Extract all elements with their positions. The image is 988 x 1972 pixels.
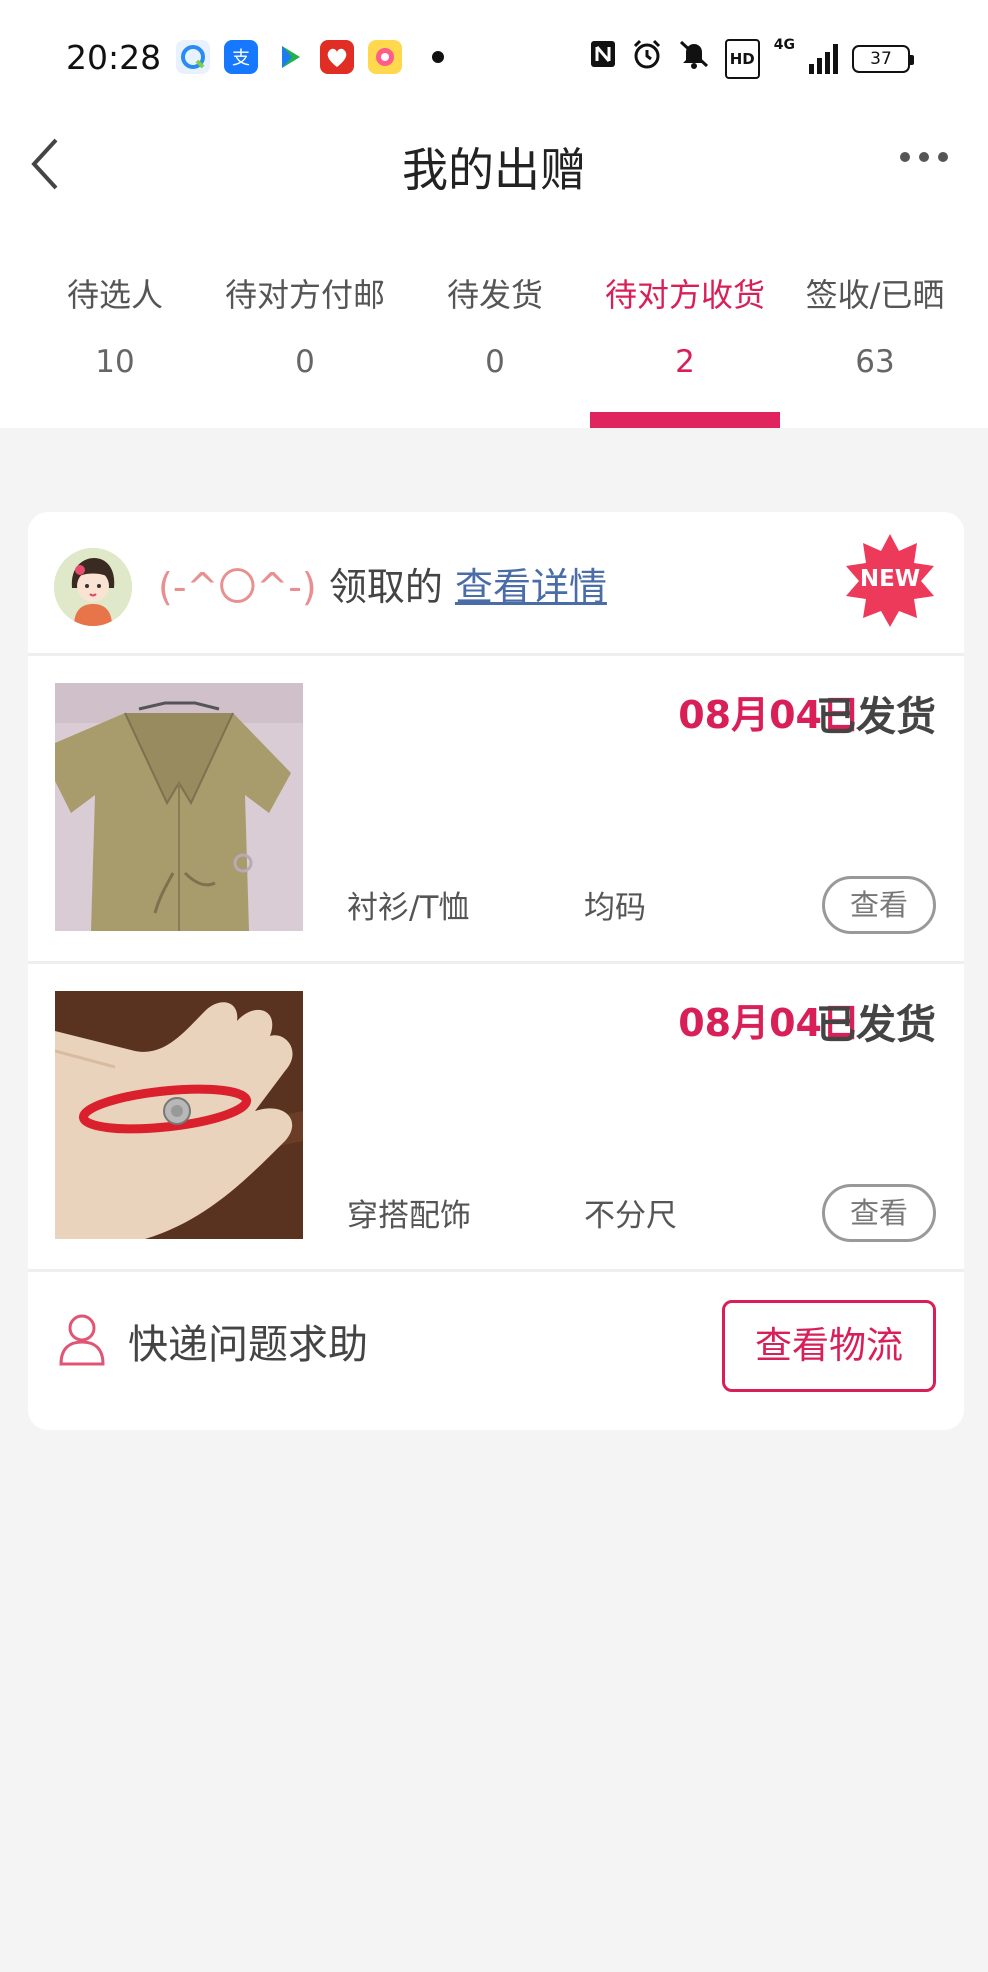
new-badge: NEW xyxy=(842,532,938,628)
more-dot-icon xyxy=(938,152,948,162)
tab-pending-receipt[interactable]: 待对方收货 2 xyxy=(590,270,780,428)
tab-count: 63 xyxy=(855,344,895,380)
nfc-icon xyxy=(589,39,617,78)
person-icon xyxy=(59,1314,105,1366)
tab-count: 0 xyxy=(485,344,505,380)
status-bar: 20:28 支 HD 4G 37 xyxy=(0,0,988,116)
gift-item[interactable]: 08月04日 已发货 衬衫/T恤 均码 查看 xyxy=(28,656,964,964)
tab-received-shared[interactable]: 签收/已晒 63 xyxy=(780,270,970,428)
tab-label: 待对方收货 xyxy=(604,276,765,314)
receive-text: 领取的 xyxy=(316,565,455,609)
status-time: 20:28 xyxy=(66,38,162,77)
video-app-icon xyxy=(272,40,306,74)
item-category: 衬衫/T恤 xyxy=(347,890,470,926)
more-dot-icon xyxy=(900,152,910,162)
receiver-line: (-^〇^-) 领取的 查看详情 xyxy=(158,556,607,611)
network-type: 4G xyxy=(773,37,795,53)
more-dot-icon xyxy=(919,152,929,162)
more-options-button[interactable] xyxy=(900,152,948,162)
hd-icon: HD xyxy=(724,38,760,79)
alipay-icon: 支 xyxy=(224,40,258,74)
receiver-name[interactable]: (-^〇^-) xyxy=(158,565,317,609)
item-size: 不分尺 xyxy=(584,1198,677,1234)
tab-label: 待对方付邮 xyxy=(224,276,385,314)
page-title: 我的出赠 xyxy=(402,143,586,197)
tab-count: 10 xyxy=(95,344,135,380)
tab-count: 0 xyxy=(295,344,315,380)
alarm-icon xyxy=(631,38,663,79)
gift-order-card: (-^〇^-) 领取的 查看详情 NEW 08月04日 已发货 衬衫/T恤 均码… xyxy=(28,512,964,1430)
item-size: 均码 xyxy=(584,890,646,926)
view-button[interactable]: 查看 xyxy=(822,1184,936,1242)
view-button[interactable]: 查看 xyxy=(822,876,936,934)
card-header: (-^〇^-) 领取的 查看详情 NEW xyxy=(28,512,964,656)
meitu-icon xyxy=(368,40,402,74)
item-category: 穿搭配饰 xyxy=(347,1198,471,1234)
card-footer: 快递问题求助 查看物流 xyxy=(28,1272,964,1430)
courier-help-text[interactable]: 快递问题求助 xyxy=(128,1312,368,1370)
tab-pending-selection[interactable]: 待选人 10 xyxy=(20,270,210,428)
view-logistics-button[interactable]: 查看物流 xyxy=(722,1300,936,1392)
ship-status: 已发货 xyxy=(816,1002,936,1048)
item-image-bracelet[interactable] xyxy=(55,991,303,1239)
tab-pending-postage[interactable]: 待对方付邮 0 xyxy=(210,270,400,428)
battery-icon: 37 xyxy=(852,44,914,73)
item-image-shirt[interactable] xyxy=(55,683,303,931)
browser-icon xyxy=(176,40,210,74)
tab-label: 待发货 xyxy=(446,276,543,314)
tab-pending-shipment[interactable]: 待发货 0 xyxy=(400,270,590,428)
tab-count: 2 xyxy=(675,344,695,380)
tab-label: 待选人 xyxy=(66,276,163,314)
tab-label: 签收/已晒 xyxy=(805,276,945,314)
new-badge-text: NEW xyxy=(859,566,921,592)
signal-icon xyxy=(809,43,838,74)
view-details-link[interactable]: 查看详情 xyxy=(455,565,607,609)
pinduoduo-icon xyxy=(320,40,354,74)
ship-status: 已发货 xyxy=(816,694,936,740)
battery-level: 37 xyxy=(870,48,892,69)
avatar[interactable] xyxy=(54,548,132,626)
mute-icon xyxy=(677,38,711,79)
status-tabs: 待选人 10 待对方付邮 0 待发货 0 待对方收货 2 签收/已晒 63 xyxy=(0,270,988,428)
notification-dot xyxy=(432,51,444,63)
gift-item[interactable]: 08月04日 已发货 穿搭配饰 不分尺 查看 xyxy=(28,964,964,1272)
active-tab-indicator xyxy=(590,412,780,428)
courier-help-button[interactable] xyxy=(58,1312,106,1366)
